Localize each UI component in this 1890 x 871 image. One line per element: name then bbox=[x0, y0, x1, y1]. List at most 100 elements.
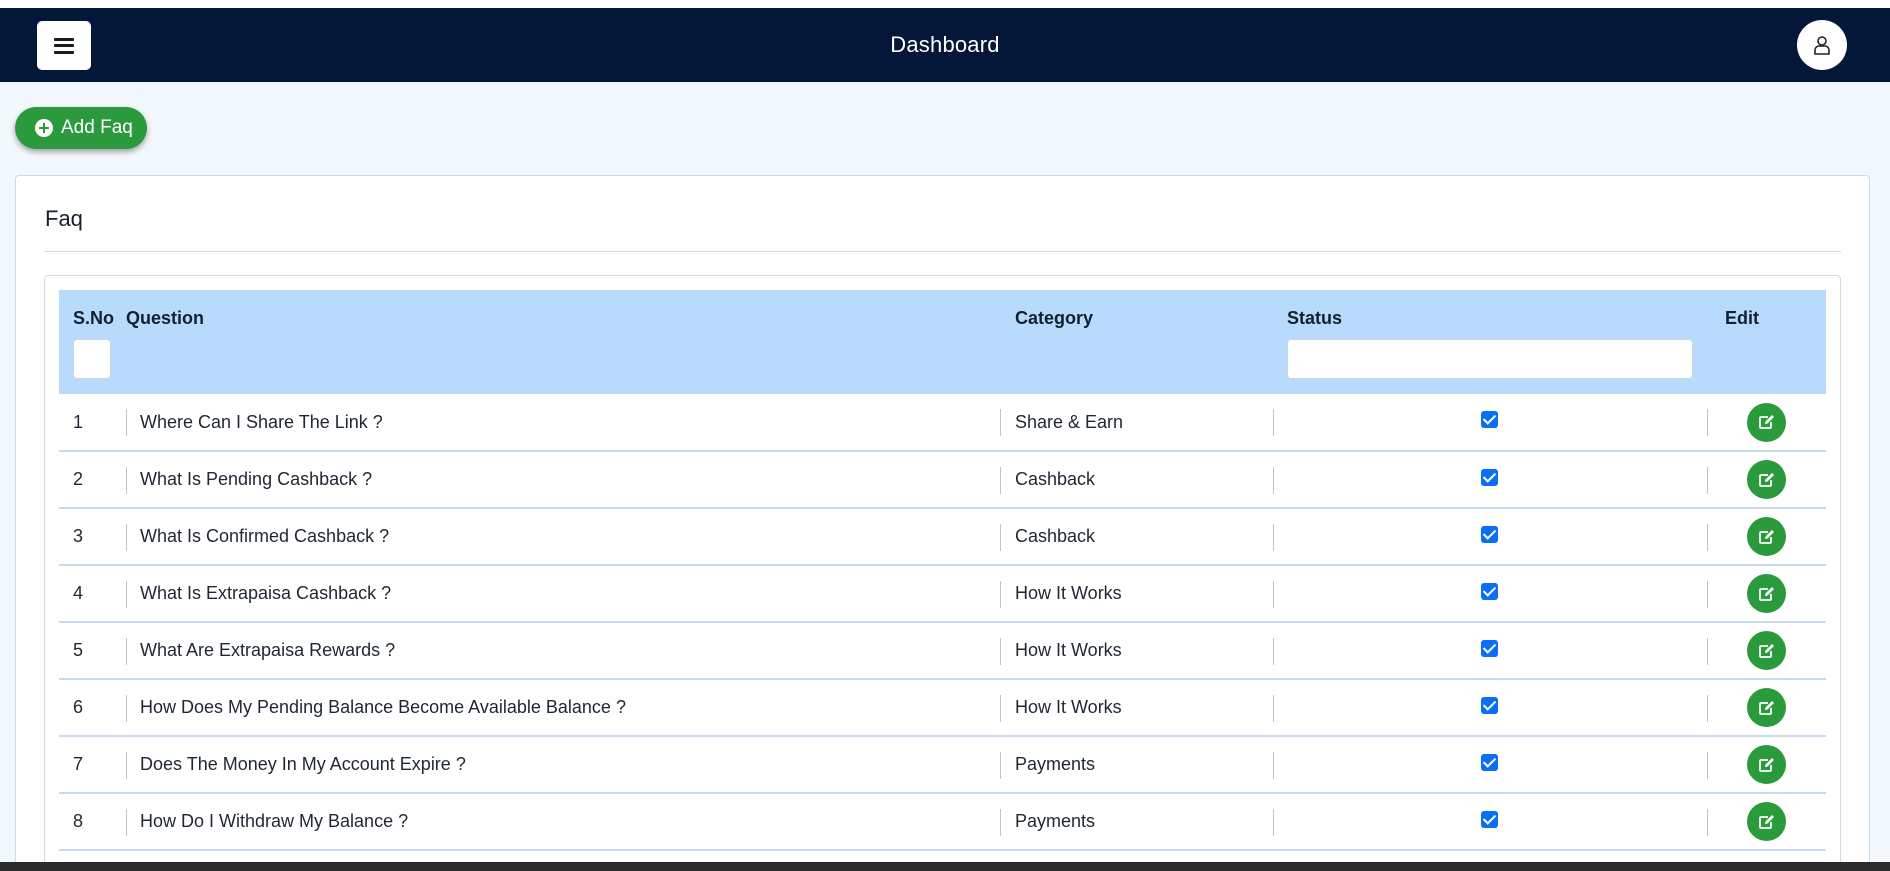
edit-icon bbox=[1758, 643, 1774, 658]
edit-cell bbox=[1707, 508, 1826, 566]
question-cell: Where Can I Share The Link ? bbox=[126, 394, 1000, 452]
faq-table: S.No Question Category Status Edit 1 Whe… bbox=[59, 290, 1826, 851]
sno-value: 6 bbox=[73, 697, 84, 717]
category-cell: Cashback bbox=[1000, 451, 1273, 509]
question-text: What Is Confirmed Cashback ? bbox=[140, 526, 390, 546]
sno-value: 2 bbox=[73, 469, 84, 489]
edit-cell bbox=[1707, 679, 1826, 737]
sno-cell: 1 bbox=[59, 394, 126, 452]
edit-icon bbox=[1758, 529, 1774, 544]
edit-cell bbox=[1707, 565, 1826, 623]
category-cell: Cashback bbox=[1000, 508, 1273, 566]
card-divider bbox=[44, 251, 1841, 252]
status-checkbox[interactable] bbox=[1481, 411, 1498, 428]
edit-cell bbox=[1707, 736, 1826, 794]
add-faq-label: Add Faq bbox=[61, 117, 133, 138]
edit-button[interactable] bbox=[1747, 745, 1786, 784]
status-cell bbox=[1273, 679, 1707, 737]
question-cell: What Is Pending Cashback ? bbox=[126, 451, 1000, 509]
sno-cell: 6 bbox=[59, 679, 126, 737]
sno-value: 5 bbox=[73, 640, 84, 660]
category-text: How It Works bbox=[1015, 697, 1122, 717]
category-text: Cashback bbox=[1015, 526, 1096, 546]
table-header-row: S.No Question Category Status Edit bbox=[59, 290, 1826, 394]
sno-cell: 2 bbox=[59, 451, 126, 509]
table-row: 4 What Is Extrapaisa Cashback ? How It W… bbox=[59, 565, 1826, 623]
status-checkbox[interactable] bbox=[1481, 582, 1498, 600]
category-cell: Payments bbox=[1000, 793, 1273, 851]
sno-cell: 5 bbox=[59, 622, 126, 680]
category-header-label: Category bbox=[1015, 308, 1094, 328]
sno-value: 4 bbox=[73, 583, 84, 603]
question-text: Where Can I Share The Link ? bbox=[140, 411, 383, 432]
plus-circle-icon bbox=[35, 119, 53, 137]
question-cell: How Do I Withdraw My Balance ? bbox=[126, 793, 1000, 851]
status-cell bbox=[1273, 451, 1707, 509]
table-row: 5 What Are Extrapaisa Rewards ? How It W… bbox=[59, 622, 1826, 680]
sno-filter-input[interactable] bbox=[73, 339, 111, 379]
status-cell bbox=[1273, 565, 1707, 623]
edit-cell bbox=[1707, 394, 1826, 452]
add-faq-button[interactable]: Add Faq bbox=[15, 107, 147, 149]
edit-button[interactable] bbox=[1747, 631, 1786, 670]
bottom-bar bbox=[0, 862, 1890, 871]
sno-value: 7 bbox=[73, 754, 84, 774]
status-cell bbox=[1273, 622, 1707, 680]
category-text: How It Works bbox=[1015, 640, 1122, 660]
top-strip bbox=[0, 0, 1890, 8]
question-cell: What Is Confirmed Cashback ? bbox=[126, 508, 1000, 566]
question-text: How Do I Withdraw My Balance ? bbox=[140, 811, 409, 831]
edit-button[interactable] bbox=[1747, 688, 1786, 727]
user-profile-button[interactable] bbox=[1797, 20, 1847, 70]
edit-button[interactable] bbox=[1747, 574, 1786, 613]
edit-button[interactable] bbox=[1747, 802, 1786, 841]
column-header-edit: Edit bbox=[1707, 290, 1826, 394]
edit-button[interactable] bbox=[1747, 517, 1786, 556]
edit-cell bbox=[1707, 622, 1826, 680]
category-text: Share & Earn bbox=[1015, 411, 1124, 432]
column-header-sno: S.No bbox=[59, 290, 126, 394]
menu-button[interactable] bbox=[37, 21, 91, 70]
question-text: What Is Extrapaisa Cashback ? bbox=[140, 583, 392, 603]
sno-cell: 4 bbox=[59, 565, 126, 623]
user-icon bbox=[1814, 36, 1830, 55]
status-checkbox[interactable] bbox=[1481, 696, 1498, 714]
sno-value: 3 bbox=[73, 526, 84, 546]
sno-cell: 7 bbox=[59, 736, 126, 794]
table-row: 8 How Do I Withdraw My Balance ? Payment… bbox=[59, 793, 1826, 851]
edit-cell bbox=[1707, 451, 1826, 509]
table-body: 1 Where Can I Share The Link ? Share & E… bbox=[59, 394, 1826, 851]
top-navbar: Dashboard bbox=[0, 8, 1890, 82]
status-checkbox[interactable] bbox=[1481, 810, 1498, 828]
sno-value: 8 bbox=[73, 811, 84, 831]
status-checkbox[interactable] bbox=[1481, 639, 1498, 657]
edit-icon bbox=[1758, 472, 1774, 487]
status-checkbox[interactable] bbox=[1481, 753, 1498, 771]
sno-cell: 3 bbox=[59, 508, 126, 566]
category-cell: How It Works bbox=[1000, 679, 1273, 737]
edit-icon bbox=[1758, 814, 1774, 829]
table-container: S.No Question Category Status Edit 1 Whe… bbox=[44, 275, 1841, 871]
status-cell bbox=[1273, 394, 1707, 452]
category-text: How It Works bbox=[1015, 583, 1122, 603]
edit-icon bbox=[1758, 415, 1774, 429]
question-text: What Are Extrapaisa Rewards ? bbox=[140, 640, 396, 660]
edit-icon bbox=[1758, 757, 1774, 772]
status-header-label: Status bbox=[1287, 308, 1343, 328]
category-text: Payments bbox=[1015, 754, 1096, 774]
question-cell: How Does My Pending Balance Become Avail… bbox=[126, 679, 1000, 737]
status-checkbox[interactable] bbox=[1481, 525, 1498, 543]
sno-cell: 8 bbox=[59, 793, 126, 851]
column-header-category: Category bbox=[1000, 290, 1273, 394]
category-text: Payments bbox=[1015, 811, 1096, 831]
status-checkbox[interactable] bbox=[1481, 468, 1498, 486]
status-filter-input[interactable] bbox=[1287, 339, 1693, 379]
column-header-status: Status bbox=[1273, 290, 1707, 394]
card-title: Faq bbox=[45, 206, 83, 231]
table-row: 6 How Does My Pending Balance Become Ava… bbox=[59, 679, 1826, 737]
table-row: 3 What Is Confirmed Cashback ? Cashback bbox=[59, 508, 1826, 566]
sno-value: 1 bbox=[73, 411, 84, 432]
edit-button[interactable] bbox=[1747, 460, 1786, 499]
edit-button[interactable] bbox=[1747, 402, 1786, 442]
edit-header-label: Edit bbox=[1725, 308, 1759, 328]
